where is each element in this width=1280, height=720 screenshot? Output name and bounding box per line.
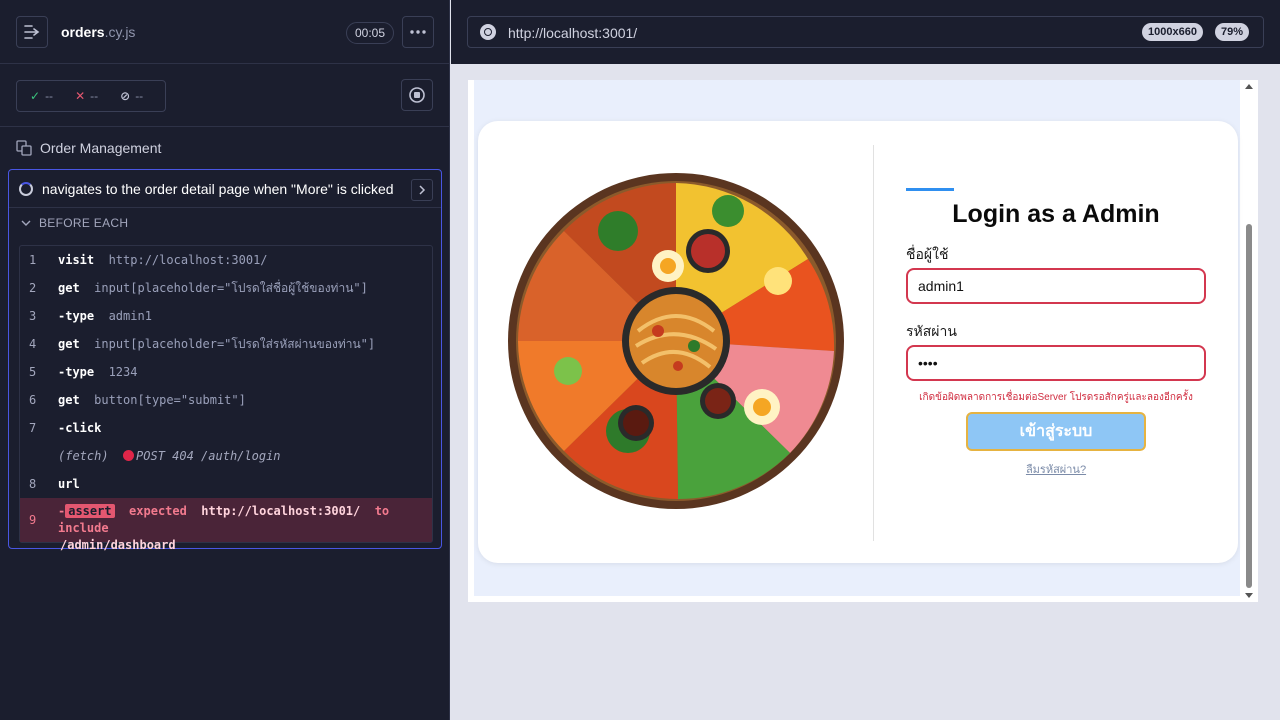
password-label: รหัสผ่าน — [906, 323, 957, 339]
command-row[interactable]: 1 visit http://localhost:3001/ — [20, 246, 432, 274]
title-accent — [906, 188, 954, 191]
url-text: http://localhost:3001/ — [508, 25, 638, 41]
test-stats: ✓ -- ✕ -- ⊘ -- — [16, 80, 166, 112]
test-title: navigates to the order detail page when … — [42, 181, 394, 197]
test-title-row[interactable]: navigates to the order detail page when … — [9, 170, 441, 208]
pending-stat: ⊘ -- — [120, 89, 144, 103]
command-row[interactable]: 4 get input[placeholder="โปรดใส่รหัสผ่าน… — [20, 330, 432, 358]
command-number: 4 — [29, 337, 37, 351]
more-options-button[interactable] — [402, 16, 434, 48]
command-number: 2 — [29, 281, 37, 295]
stats-row: ✓ -- ✕ -- ⊘ -- — [0, 64, 449, 127]
collapse-icon — [24, 25, 40, 39]
x-icon: ✕ — [75, 89, 86, 103]
suite-row[interactable]: Order Management — [16, 140, 161, 156]
hook-label: BEFORE EACH — [39, 216, 129, 230]
food-plate-image — [508, 173, 844, 509]
aut-panel: http://localhost:3001/ 1000x660 79% Logi… — [451, 0, 1280, 720]
scroll-up-icon[interactable] — [1245, 84, 1253, 89]
command-number: 1 — [29, 253, 37, 267]
command-name: get input[placeholder="โปรดใส่รหัสผ่านขอ… — [58, 336, 376, 351]
command-name: -click — [58, 421, 102, 435]
command-log: 1 visit http://localhost:3001/ 2 get inp… — [19, 245, 433, 552]
duration-timer: 00:05 — [346, 22, 395, 44]
failed-assert-row[interactable]: 9 - assert expected http://localhost:3001… — [20, 498, 432, 552]
reporter-header: orders.cy.js 00:05 — [0, 0, 449, 64]
reporter-panel: orders.cy.js 00:05 ✓ -- ✕ -- ⊘ -- Order Man… — [0, 0, 450, 720]
command-row[interactable]: 5 -type 1234 — [20, 358, 432, 386]
command-name: (fetch) POST 404 /auth/login — [58, 449, 281, 463]
command-name: get button[type="submit"] — [58, 393, 246, 407]
assert-badge: assert — [65, 504, 115, 518]
skip-icon: ⊘ — [120, 89, 131, 103]
command-number: 8 — [29, 477, 37, 491]
login-title: Login as a Admin — [952, 200, 1160, 228]
fetch-log-row[interactable]: (fetch) POST 404 /auth/login — [20, 442, 432, 470]
command-row[interactable]: 6 get button[type="submit"] — [20, 386, 432, 414]
command-number: 3 — [29, 309, 37, 323]
login-error-message: เกิดข้อผิดพลาดการเชื่อมต่อServer โปรดรอส… — [919, 392, 1193, 403]
chevron-down-icon — [21, 220, 31, 226]
ellipsis-icon — [410, 30, 426, 34]
suite-icon — [16, 140, 32, 156]
check-icon: ✓ — [30, 89, 41, 103]
command-name: -type 1234 — [58, 365, 138, 379]
username-label: ชื่อผู้ใช้ — [906, 246, 949, 262]
login-submit-button[interactable]: เข้าสู่ระบบ — [966, 412, 1146, 451]
passed-stat: ✓ -- — [30, 89, 54, 103]
test-item: navigates to the order detail page when … — [8, 169, 442, 552]
command-number: 5 — [29, 365, 37, 379]
scroll-down-icon[interactable] — [1245, 593, 1253, 598]
password-input[interactable]: •••• — [906, 345, 1206, 381]
stop-button[interactable] — [401, 79, 433, 111]
assert-message: - assert expected http://localhost:3001/ … — [58, 504, 390, 552]
command-number: 6 — [29, 393, 37, 407]
command-number: 9 — [29, 513, 37, 527]
username-input[interactable]: admin1 — [906, 268, 1206, 304]
forgot-password-link[interactable]: ลืมรหัสผ่าน? — [906, 460, 1206, 478]
command-name: visit http://localhost:3001/ — [58, 253, 268, 267]
card-divider — [873, 145, 874, 541]
suite-title: Order Management — [40, 140, 162, 156]
error-dot-icon — [123, 450, 135, 461]
command-name: get input[placeholder="โปรดใส่ชื่อผู้ใช้… — [58, 280, 368, 295]
scrollbar[interactable] — [1240, 80, 1258, 602]
command-row[interactable]: 7 -click — [20, 414, 432, 442]
failed-stat: ✕ -- — [75, 89, 99, 103]
chevron-right-icon — [419, 185, 426, 195]
zoom-badge[interactable]: 79% — [1214, 23, 1249, 41]
command-name: url — [58, 477, 80, 491]
viewport-badge[interactable]: 1000x660 — [1142, 23, 1203, 41]
hook-header[interactable]: BEFORE EACH — [21, 216, 128, 230]
command-row[interactable]: 3 -type admin1 — [20, 302, 432, 330]
running-spinner-icon — [19, 182, 33, 196]
aut-header: http://localhost:3001/ 1000x660 79% — [451, 0, 1280, 64]
command-row[interactable]: 2 get input[placeholder="โปรดใส่ชื่อผู้ใ… — [20, 274, 432, 302]
spec-filename: orders.cy.js — [61, 24, 136, 40]
open-test-button[interactable] — [411, 179, 433, 201]
command-row[interactable]: 8 url — [20, 470, 432, 498]
scrollbar-thumb[interactable] — [1246, 224, 1252, 588]
url-bar[interactable]: http://localhost:3001/ 1000x660 79% — [467, 16, 1264, 48]
login-card: Login as a Admin ชื่อผู้ใช้ admin1 รหัสผ… — [478, 121, 1238, 563]
command-number: 7 — [29, 421, 37, 435]
toggle-specs-button[interactable] — [16, 16, 48, 48]
globe-icon — [480, 24, 496, 40]
stop-icon — [409, 87, 425, 103]
command-name: -type admin1 — [58, 309, 152, 323]
